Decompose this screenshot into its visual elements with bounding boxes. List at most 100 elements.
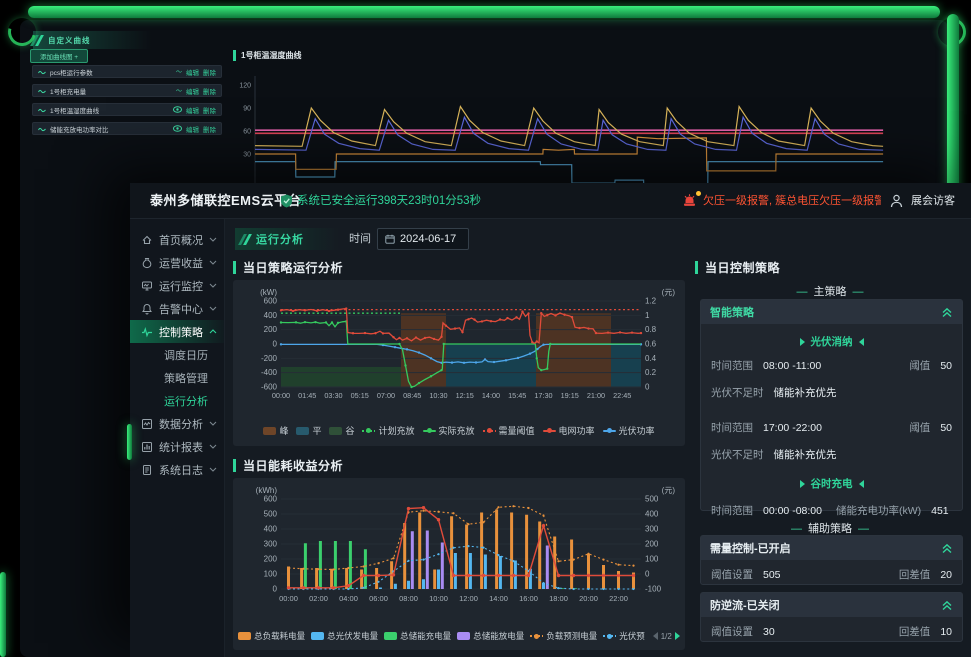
svg-text:100: 100: [264, 570, 278, 579]
collapse-button[interactable]: [941, 543, 953, 554]
delete-button[interactable]: 删除: [203, 124, 216, 134]
legend-item[interactable]: 负载预测电量: [530, 630, 597, 642]
user-name[interactable]: 展会访客: [911, 183, 955, 219]
date-picker[interactable]: 2024-06-17: [377, 228, 469, 250]
edit-button[interactable]: 编辑: [186, 124, 199, 134]
sidebar-item-control-strategy[interactable]: 控制策略: [130, 320, 224, 343]
legend-item[interactable]: 光伏预: [603, 630, 645, 642]
strategy-run-chart[interactable]: 6004002000-200-400-6001.210.80.60.40.20(…: [241, 285, 677, 403]
curve-item-label: 储能充放电功率对比: [50, 124, 109, 134]
svg-text:-200: -200: [261, 354, 278, 363]
svg-text:(kWh): (kWh): [256, 486, 278, 495]
svg-text:14:00: 14:00: [482, 391, 500, 400]
sidebar-item-statistics-report[interactable]: 统计报表: [130, 435, 224, 458]
strategy-row: 时间范围 08:00 -11:00 阈值 50: [701, 358, 962, 373]
legend-item[interactable]: 平: [296, 424, 321, 437]
sidebar-item-label: 控制策略: [159, 324, 203, 340]
legend-item[interactable]: 需量阈值: [483, 424, 535, 437]
legend-item[interactable]: 总负载耗电量: [238, 630, 305, 642]
svg-text:500: 500: [264, 510, 278, 519]
sidebar-subitem-label: 运行分析: [164, 393, 208, 409]
legend-item[interactable]: 总储能放电量: [457, 630, 524, 642]
curve-list-item[interactable]: 储能充放电功率对比 编辑 删除: [32, 122, 222, 135]
edit-button[interactable]: 编辑: [186, 86, 199, 96]
svg-text:19:15: 19:15: [561, 391, 579, 400]
sidebar-subitem-dispatch-calendar[interactable]: 调度日历: [130, 343, 224, 366]
eye-icon[interactable]: [173, 106, 182, 113]
divider-dash: —: [858, 523, 869, 535]
sidebar-item-alarm-center[interactable]: 告警中心: [130, 297, 224, 320]
divider-text: 主策略: [814, 286, 847, 298]
legend-label: 总负载耗电量: [254, 630, 305, 642]
legend-item[interactable]: 实际充放: [423, 424, 475, 437]
svg-text:01:45: 01:45: [298, 391, 316, 400]
field-value: 00:00 -08:00: [763, 505, 822, 517]
sidebar-item-monitoring[interactable]: 运行监控: [130, 274, 224, 297]
strategy-chart-card: 6004002000-200-400-6001.210.80.60.40.20(…: [233, 280, 685, 446]
triangle-right-icon: [800, 338, 805, 346]
sidebar-subitem-strategy-management[interactable]: 策略管理: [130, 366, 224, 389]
section-title-text: 当日策略运行分析: [243, 259, 343, 276]
chart-legend: 峰 平 谷 计划充放 实际充放 需量阈值 电网功率 光伏功率: [233, 424, 685, 437]
field-value: 10: [940, 626, 952, 638]
sidebar-item-label: 系统日志: [159, 462, 203, 478]
temperature-humidity-chart[interactable]: 120906030: [233, 68, 950, 183]
subtitle-text: 光伏消纳: [811, 334, 853, 349]
curve-list-item[interactable]: 1号柜充电量 〜 编辑 删除: [32, 84, 222, 97]
legend-item[interactable]: 总储能充电量: [384, 630, 451, 642]
field-label: 光伏不足时: [711, 385, 764, 400]
user-icon[interactable]: [890, 194, 903, 208]
legend-pager: 1/2: [653, 632, 680, 641]
legend-label: 峰: [279, 424, 288, 437]
sidebar-item-home[interactable]: 首页概况: [130, 228, 224, 251]
legend-item[interactable]: 电网功率: [543, 424, 595, 437]
field-value: 50: [940, 422, 952, 434]
edit-button[interactable]: 编辑: [186, 67, 199, 77]
energy-revenue-chart[interactable]: 60050040030020010005004003002001000-100(…: [241, 483, 677, 617]
strategy-row: 光伏不足时 储能补充优先: [701, 447, 962, 462]
field-value: 储能补充优先: [774, 447, 837, 462]
field-label: 阈值设置: [711, 567, 753, 582]
curve-icon: [38, 106, 46, 114]
curve-list-item[interactable]: pcs柜运行参数 〜 编辑 删除: [32, 65, 222, 78]
field-label: 回差值: [899, 567, 931, 582]
chevron-up-icon: [209, 329, 217, 334]
legend-item[interactable]: 总光伏发电量: [311, 630, 378, 642]
alarm-siren-icon[interactable]: [682, 193, 697, 208]
delete-button[interactable]: 删除: [203, 67, 216, 77]
eye-icon[interactable]: [173, 125, 182, 132]
sidebar-item-system-log[interactable]: 系统日志: [130, 458, 224, 481]
curve-list-item[interactable]: 1号柜温湿度曲线 编辑 删除: [32, 103, 222, 116]
chevron-down-icon: [209, 467, 217, 472]
edit-button[interactable]: 编辑: [186, 105, 199, 115]
collapse-button[interactable]: [941, 307, 953, 318]
card-title: 智能策略: [710, 304, 754, 320]
sidebar-item-data-analysis[interactable]: 数据分析: [130, 412, 224, 435]
legend-item[interactable]: 光伏功率: [603, 424, 655, 437]
add-curve-button[interactable]: 添加曲线图 +: [30, 49, 88, 63]
svg-text:300: 300: [264, 540, 278, 549]
sidebar-subitem-run-analysis[interactable]: 运行分析: [130, 389, 224, 412]
pv-consumption-subtitle: 光伏消纳: [701, 334, 962, 349]
svg-text:18:00: 18:00: [549, 594, 568, 603]
legend-item[interactable]: 谷: [329, 424, 354, 437]
legend-item[interactable]: 计划充放: [362, 424, 414, 437]
delete-button[interactable]: 删除: [203, 86, 216, 96]
svg-text:100: 100: [645, 555, 659, 564]
collapse-button[interactable]: [941, 600, 953, 611]
alarm-marquee[interactable]: 欠压一级报警, 簇总电压欠压一级报警, 簇SO: [703, 183, 881, 219]
curve-item-label: 1号柜温湿度曲线: [50, 105, 99, 115]
curve-item-label: 1号柜充电量: [50, 86, 86, 96]
pager-next-icon[interactable]: [675, 632, 680, 640]
sidebar-subitem-label: 调度日历: [164, 347, 208, 363]
legend-item[interactable]: 峰: [263, 424, 288, 437]
delete-button[interactable]: 删除: [203, 105, 216, 115]
bg-panel-title-text: 自定义曲线: [48, 35, 91, 46]
sidebar-item-revenue[interactable]: 运营收益: [130, 251, 224, 274]
section-title-energy: 当日能耗收益分析: [233, 457, 343, 474]
tab-run-analysis[interactable]: 运行分析: [235, 228, 339, 250]
legend-label: 总储能充电量: [400, 630, 451, 642]
pager-prev-icon[interactable]: [653, 632, 658, 640]
calendar-icon: [385, 234, 395, 244]
field-label: 阈值: [909, 358, 930, 373]
